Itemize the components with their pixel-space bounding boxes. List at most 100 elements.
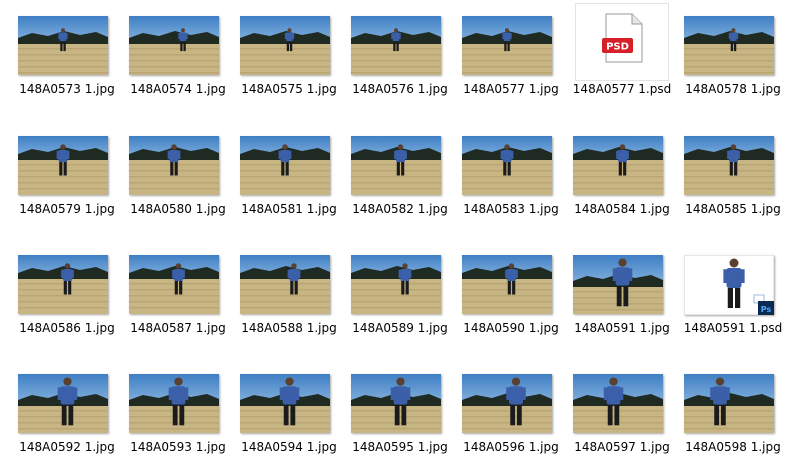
file-name-label: 148A0595 1.jpg [352,440,448,454]
file-thumbnail [240,136,330,195]
file-item[interactable]: 148A0576 1.jpg [339,0,448,100]
file-thumbnail [573,374,663,433]
file-name-label: 148A0591 1.jpg [574,321,670,335]
file-thumbnail: Ps [684,255,774,315]
file-name-label: 148A0573 1.jpg [19,82,115,96]
photo-thumbnail-image [351,255,441,314]
file-item[interactable]: 148A0584 1.jpg [561,120,670,220]
file-thumbnail [573,136,663,195]
file-thumbnail [684,136,774,195]
photo-thumbnail-image [684,16,774,75]
file-name-label: 148A0581 1.jpg [241,202,337,216]
file-thumbnail [462,374,552,433]
file-name-label: 148A0586 1.jpg [19,321,115,335]
file-name-label: 148A0592 1.jpg [19,440,115,454]
file-item[interactable]: 148A0577 1.jpg [450,0,559,100]
file-item[interactable]: 148A0593 1.jpg [117,358,226,458]
psd-file-icon: PSD [602,13,643,63]
file-name-label: 148A0598 1.jpg [685,440,781,454]
file-item[interactable]: 148A0580 1.jpg [117,120,226,220]
file-thumbnail [129,374,219,433]
photo-thumbnail-image [129,374,219,433]
file-item[interactable]: 148A0573 1.jpg [6,0,115,100]
file-item[interactable]: 148A0578 1.jpg [672,0,781,100]
file-item[interactable]: PSD 148A0577 1.psd [561,0,671,100]
file-item[interactable]: 148A0591 1.jpg [561,239,670,339]
file-item[interactable]: 148A0585 1.jpg [672,120,781,220]
file-name-label: 148A0580 1.jpg [130,202,226,216]
file-item[interactable]: 148A0589 1.jpg [339,239,448,339]
file-thumbnail [18,374,108,433]
photo-thumbnail-image [684,136,774,195]
file-name-label: 148A0593 1.jpg [130,440,226,454]
file-name-label: 148A0596 1.jpg [463,440,559,454]
file-name-label: 148A0588 1.jpg [241,321,337,335]
file-thumbnail [462,136,552,195]
file-item[interactable]: 148A0592 1.jpg [6,358,115,458]
photo-thumbnail-image [462,136,552,195]
svg-text:Ps: Ps [761,305,772,314]
file-item[interactable]: 148A0581 1.jpg [228,120,337,220]
file-item[interactable]: 148A0582 1.jpg [339,120,448,220]
photo-thumbnail-image [18,16,108,75]
file-name-label: 148A0577 1.jpg [463,82,559,96]
file-thumbnail [351,374,441,433]
photo-thumbnail-image [351,374,441,433]
file-name-label: 148A0577 1.psd [572,82,672,96]
file-name-label: 148A0574 1.jpg [130,82,226,96]
file-item[interactable]: 148A0575 1.jpg [228,0,337,100]
file-item[interactable]: 148A0594 1.jpg [228,358,337,458]
file-item[interactable]: 148A0598 1.jpg [672,358,781,458]
photo-thumbnail-image [18,255,108,314]
file-name-label: 148A0587 1.jpg [130,321,226,335]
file-item[interactable]: 148A0588 1.jpg [228,239,337,339]
file-name-label: 148A0590 1.jpg [463,321,559,335]
file-name-label: 148A0583 1.jpg [463,202,559,216]
photo-thumbnail-image [684,374,774,433]
file-item[interactable]: 148A0597 1.jpg [561,358,670,458]
file-name-label: 148A0584 1.jpg [574,202,670,216]
photo-thumbnail-image [351,16,441,75]
file-item[interactable]: 148A0579 1.jpg [6,120,115,220]
file-item[interactable]: 148A0590 1.jpg [450,239,559,339]
photo-thumbnail-image [18,374,108,433]
photo-thumbnail-image [240,136,330,195]
file-item[interactable]: 148A0586 1.jpg [6,239,115,339]
file-name-label: 148A0576 1.jpg [352,82,448,96]
file-thumbnail [18,136,108,195]
photo-thumbnail-image [351,136,441,195]
file-name-label: 148A0585 1.jpg [685,202,781,216]
photo-thumbnail-image [462,374,552,433]
file-item[interactable]: Ps 148A0591 1.psd [672,239,782,339]
photo-thumbnail-image [129,136,219,195]
file-name-label: 148A0575 1.jpg [241,82,337,96]
file-name-label: 148A0594 1.jpg [241,440,337,454]
psd-preview-image: Ps [684,255,774,315]
file-thumbnail [129,16,219,75]
file-thumbnail [129,255,219,314]
photo-thumbnail-image [573,255,663,314]
photo-thumbnail-image [573,136,663,195]
file-grid: 148A0573 1.jpg 148A0574 1.jpg 148A0575 1.j… [0,0,794,463]
file-thumbnail [462,16,552,75]
photo-thumbnail-image [129,255,219,314]
photo-thumbnail-image [18,136,108,195]
file-name-label: 148A0591 1.psd [683,321,783,335]
photo-thumbnail-image [240,255,330,314]
file-item[interactable]: 148A0595 1.jpg [339,358,448,458]
file-name-label: 148A0579 1.jpg [19,202,115,216]
file-thumbnail [129,136,219,195]
photo-thumbnail-image [573,374,663,433]
file-thumbnail [351,16,441,75]
file-thumbnail [684,16,774,75]
file-item[interactable]: 148A0574 1.jpg [117,0,226,100]
photo-thumbnail-image [462,255,552,314]
file-item[interactable]: 148A0583 1.jpg [450,120,559,220]
file-thumbnail [240,374,330,433]
photo-thumbnail-image [129,16,219,75]
file-item[interactable]: 148A0587 1.jpg [117,239,226,339]
file-thumbnail [462,255,552,314]
file-thumbnail [18,16,108,75]
photo-thumbnail-image [240,16,330,75]
file-item[interactable]: 148A0596 1.jpg [450,358,559,458]
